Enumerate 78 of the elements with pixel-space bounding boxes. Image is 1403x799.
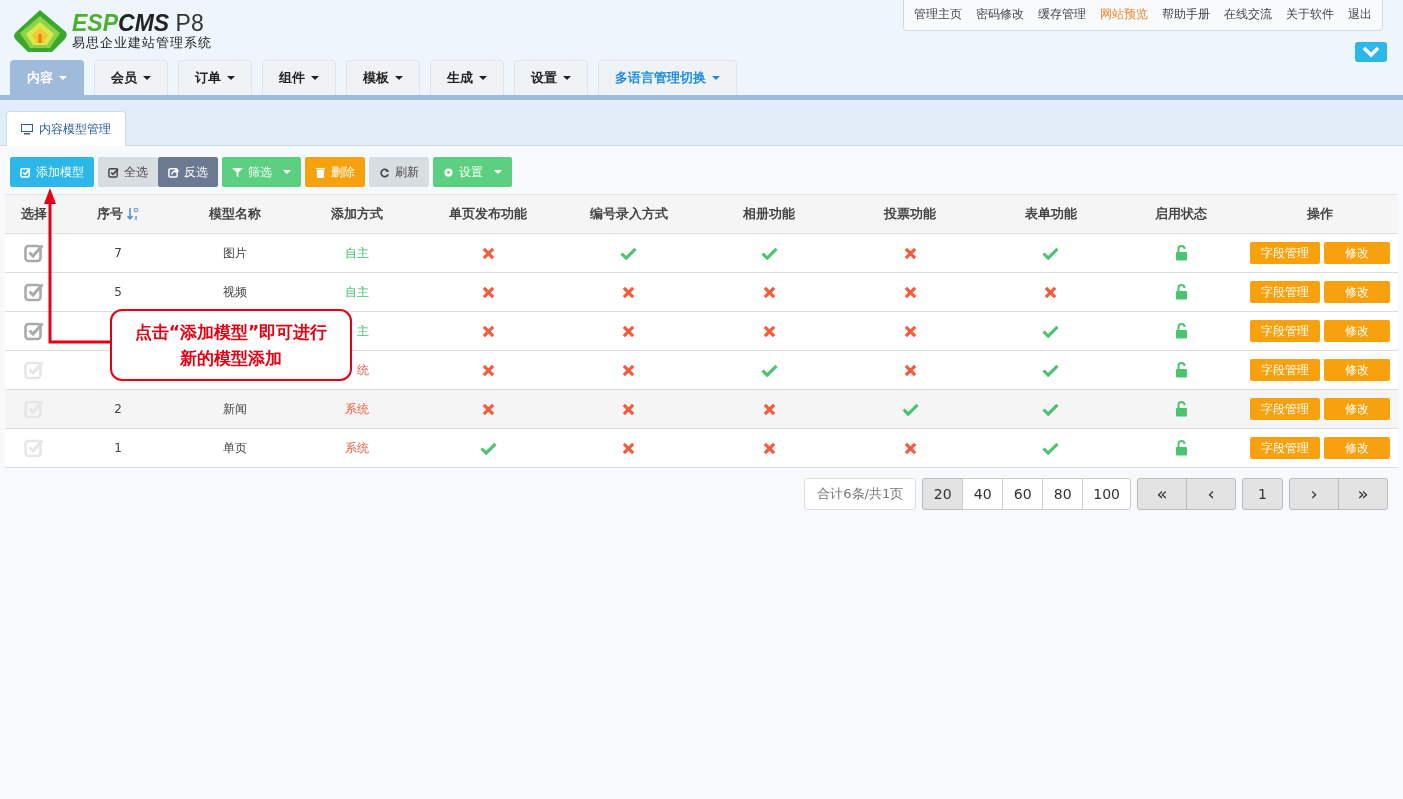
table-cell: 单页 bbox=[223, 440, 247, 455]
table-cell: 5 bbox=[114, 285, 122, 299]
unlock-icon[interactable] bbox=[1174, 440, 1188, 456]
method-label: 系统 bbox=[345, 440, 369, 455]
edit-icon bbox=[20, 166, 31, 178]
page-number-button[interactable]: 1 bbox=[1242, 478, 1283, 510]
column-header: 表单功能 bbox=[980, 194, 1121, 234]
top-link[interactable]: 在线交流 bbox=[1224, 6, 1272, 23]
top-link[interactable]: 关于软件 bbox=[1286, 6, 1334, 23]
column-header: 选择 bbox=[5, 194, 62, 234]
nav-tab[interactable]: 会员 bbox=[94, 60, 168, 95]
row-checkbox[interactable] bbox=[23, 282, 44, 302]
toolbar-button[interactable]: 刷新 bbox=[369, 157, 429, 187]
row-checkbox[interactable] bbox=[23, 243, 44, 263]
row-checkbox[interactable] bbox=[23, 360, 44, 380]
monitor-icon bbox=[21, 123, 33, 135]
column-header: 编号录入方式 bbox=[558, 194, 700, 234]
nav-tab[interactable]: 组件 bbox=[262, 60, 336, 95]
unlock-icon[interactable] bbox=[1174, 362, 1188, 378]
previous-page-button[interactable]: ‹ bbox=[1186, 478, 1236, 510]
top-link[interactable]: 缓存管理 bbox=[1038, 6, 1086, 23]
method-label: 自主 bbox=[345, 284, 369, 299]
table-cell: 1 bbox=[114, 441, 122, 455]
nav-tab[interactable]: 模板 bbox=[346, 60, 420, 95]
table-cell: 7 bbox=[114, 246, 122, 260]
column-header: 单页发布功能 bbox=[418, 194, 559, 234]
table-cell: 图片 bbox=[223, 245, 247, 260]
page-size-button[interactable]: 40 bbox=[962, 478, 1004, 510]
row-checkbox[interactable] bbox=[23, 321, 44, 341]
gear-icon bbox=[443, 166, 454, 178]
column-header: 序号 bbox=[62, 194, 174, 234]
page-size-button[interactable]: 80 bbox=[1042, 478, 1084, 510]
method-label: 自主 bbox=[345, 245, 369, 260]
share-icon bbox=[168, 166, 179, 178]
column-header: 操作 bbox=[1241, 194, 1398, 234]
nav-tab[interactable]: 设置 bbox=[514, 60, 588, 95]
method-label: 统 bbox=[357, 361, 369, 379]
top-link[interactable]: 管理主页 bbox=[914, 6, 962, 23]
column-header: 投票功能 bbox=[839, 194, 981, 234]
callout-note: 点击“添加模型”即可进行新的模型添加 bbox=[110, 309, 352, 381]
unlock-icon[interactable] bbox=[1174, 323, 1188, 339]
logo-wordmark: ESPCMS P8 bbox=[72, 10, 205, 35]
column-header: 添加方式 bbox=[296, 194, 418, 234]
sort-icon[interactable] bbox=[127, 207, 139, 221]
collapse-button[interactable] bbox=[1355, 42, 1387, 62]
page-tab[interactable]: 内容模型管理 bbox=[6, 111, 126, 146]
top-link[interactable]: 退出 bbox=[1348, 6, 1372, 23]
column-header: 相册功能 bbox=[699, 194, 840, 234]
toolbar-button[interactable]: 反选 bbox=[158, 157, 218, 187]
nav-tab[interactable]: 订单 bbox=[178, 60, 252, 95]
filter-icon bbox=[232, 166, 243, 178]
top-link[interactable]: 帮助手册 bbox=[1162, 6, 1210, 23]
logo-subtitle: 易思企业建站管理系统 bbox=[72, 34, 212, 52]
unlock-icon[interactable] bbox=[1174, 284, 1188, 300]
first-page-button[interactable]: « bbox=[1137, 478, 1187, 510]
unlock-icon[interactable] bbox=[1174, 401, 1188, 417]
column-header: 启用状态 bbox=[1121, 194, 1241, 234]
logo-icon bbox=[12, 8, 68, 54]
nav-tab[interactable]: 生成 bbox=[430, 60, 504, 95]
checkbox-icon bbox=[108, 166, 119, 178]
top-link[interactable]: 密码修改 bbox=[976, 6, 1024, 23]
method-label: 主 bbox=[357, 322, 369, 340]
next-page-button[interactable]: › bbox=[1289, 478, 1339, 510]
row-checkbox[interactable] bbox=[23, 438, 44, 458]
record-summary: 合计6条/共1页 bbox=[804, 478, 917, 510]
unlock-icon[interactable] bbox=[1174, 245, 1188, 261]
page-size-button[interactable]: 60 bbox=[1002, 478, 1044, 510]
toolbar-button[interactable]: 全选 bbox=[98, 157, 158, 187]
page-size-button[interactable]: 20 bbox=[922, 478, 964, 510]
last-page-button[interactable]: » bbox=[1338, 478, 1388, 510]
refresh-icon bbox=[379, 166, 390, 178]
method-label: 系统 bbox=[345, 401, 369, 416]
trash-icon bbox=[315, 166, 326, 178]
page-size-button[interactable]: 100 bbox=[1082, 478, 1131, 510]
table-cell: 新闻 bbox=[223, 401, 247, 416]
table-cell: 视频 bbox=[223, 284, 247, 299]
column-header: 模型名称 bbox=[174, 194, 296, 234]
table-cell: 2 bbox=[114, 402, 122, 416]
